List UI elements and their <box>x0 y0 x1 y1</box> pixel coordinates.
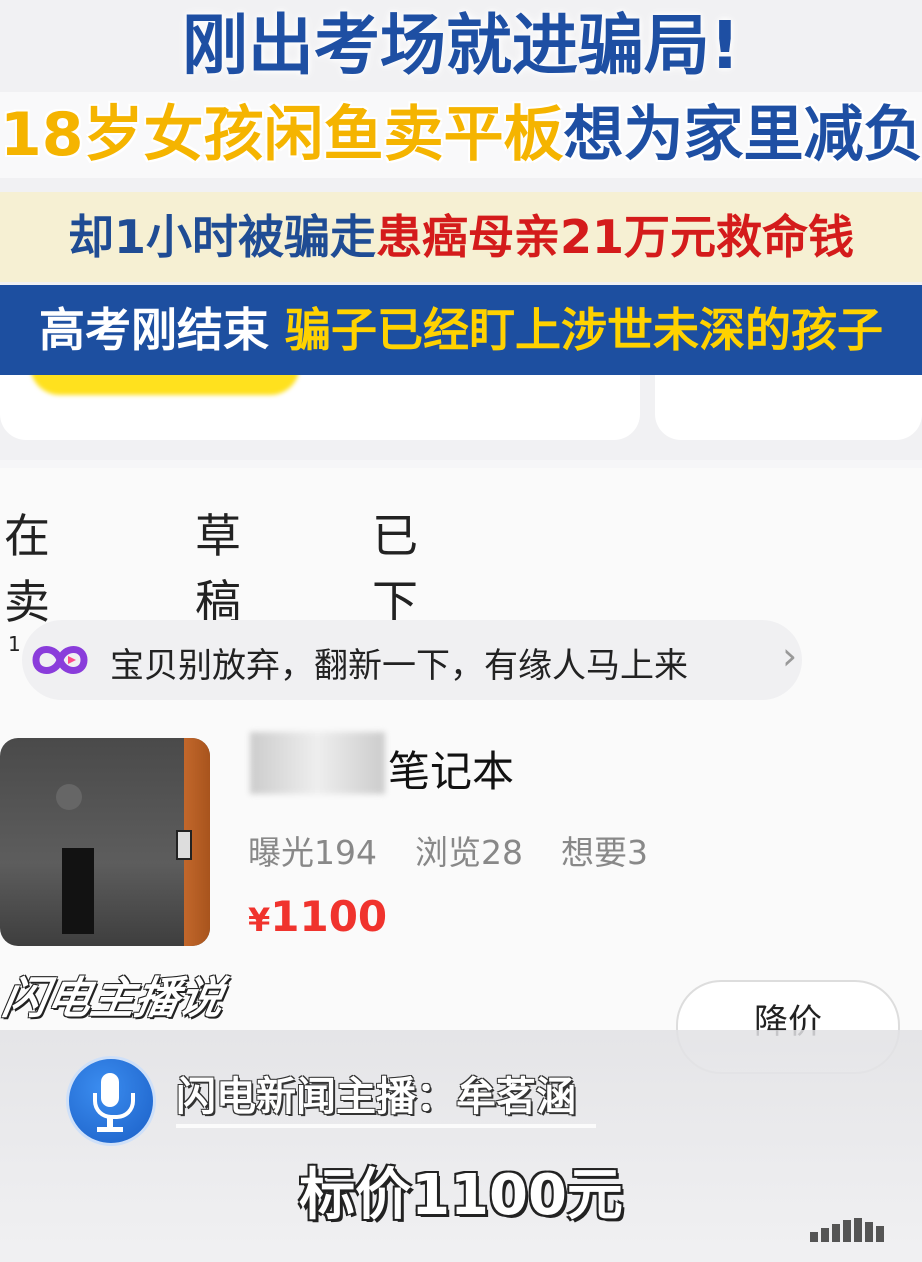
mic-part <box>93 1093 135 1119</box>
item-price: ¥1100 <box>248 892 387 941</box>
price-value: 1100 <box>270 892 388 941</box>
app-screen: 刚出考场就进骗局! 18岁女孩闲鱼卖平板想为家里减负 却1小时被骗走患癌母亲21… <box>0 0 922 1262</box>
stat-exposure: 曝光194 <box>248 833 377 872</box>
tab-on-sale-count: 1 <box>8 632 21 656</box>
stat-views: 浏览28 <box>415 833 523 872</box>
currency-symbol: ¥ <box>248 901 271 939</box>
mic-part <box>97 1127 123 1132</box>
thumbnail-detail <box>176 830 192 860</box>
headline-line-2-part-1: 18岁女孩闲鱼卖平板 <box>0 100 564 170</box>
tab-drafts[interactable]: 草稿 <box>195 500 241 632</box>
headline-line-4-part-2: 骗子已经盯上涉世未深的孩子 <box>285 303 883 357</box>
chevron-right-icon: › <box>782 634 798 678</box>
item-thumbnail[interactable] <box>0 738 210 946</box>
headline-line-2: 18岁女孩闲鱼卖平板想为家里减负 <box>0 92 922 178</box>
video-subtitle: 标价1100元 <box>299 1163 623 1228</box>
headline-line-4: 高考刚结束 骗子已经盯上涉世未深的孩子 <box>0 285 922 375</box>
item-stats: 曝光194 浏览28 想要3 <box>248 826 686 874</box>
thumbnail-detail <box>62 848 94 934</box>
headline-line-3-part-2: 患癌母亲21万元救命钱 <box>376 210 855 264</box>
anchor-name: 闪电新闻主播：牟茗涵 <box>176 1074 576 1120</box>
headline-line-4-part-1: 高考刚结束 <box>38 303 269 357</box>
headline-line-2-part-2: 想为家里减负 <box>563 100 922 170</box>
channel-watermark: 闪电主播说 <box>0 973 228 1024</box>
refresh-tip-banner[interactable]: 宝贝别放弃，翻新一下，有缘人马上来 › <box>22 620 802 700</box>
headline-line-1: 刚出考场就进骗局! <box>181 7 741 84</box>
stat-wants: 想要3 <box>561 833 648 872</box>
anchor-underline <box>176 1124 596 1128</box>
headline-line-3-part-1: 却1小时被骗走 <box>67 210 376 264</box>
infinity-logo-icon <box>32 646 88 674</box>
signal-bars-icon <box>810 1218 900 1242</box>
refresh-tip-text: 宝贝别放弃，翻新一下，有缘人马上来 <box>110 646 688 686</box>
blurred-title-mask <box>250 732 385 794</box>
headline-line-3: 却1小时被骗走患癌母亲21万元救命钱 <box>0 192 922 282</box>
microphone-icon <box>66 1056 156 1146</box>
tab-on-sale-label: 在卖 <box>4 509 50 629</box>
thumbnail-detail <box>56 784 82 810</box>
item-title[interactable]: 笔记本 <box>388 738 514 799</box>
